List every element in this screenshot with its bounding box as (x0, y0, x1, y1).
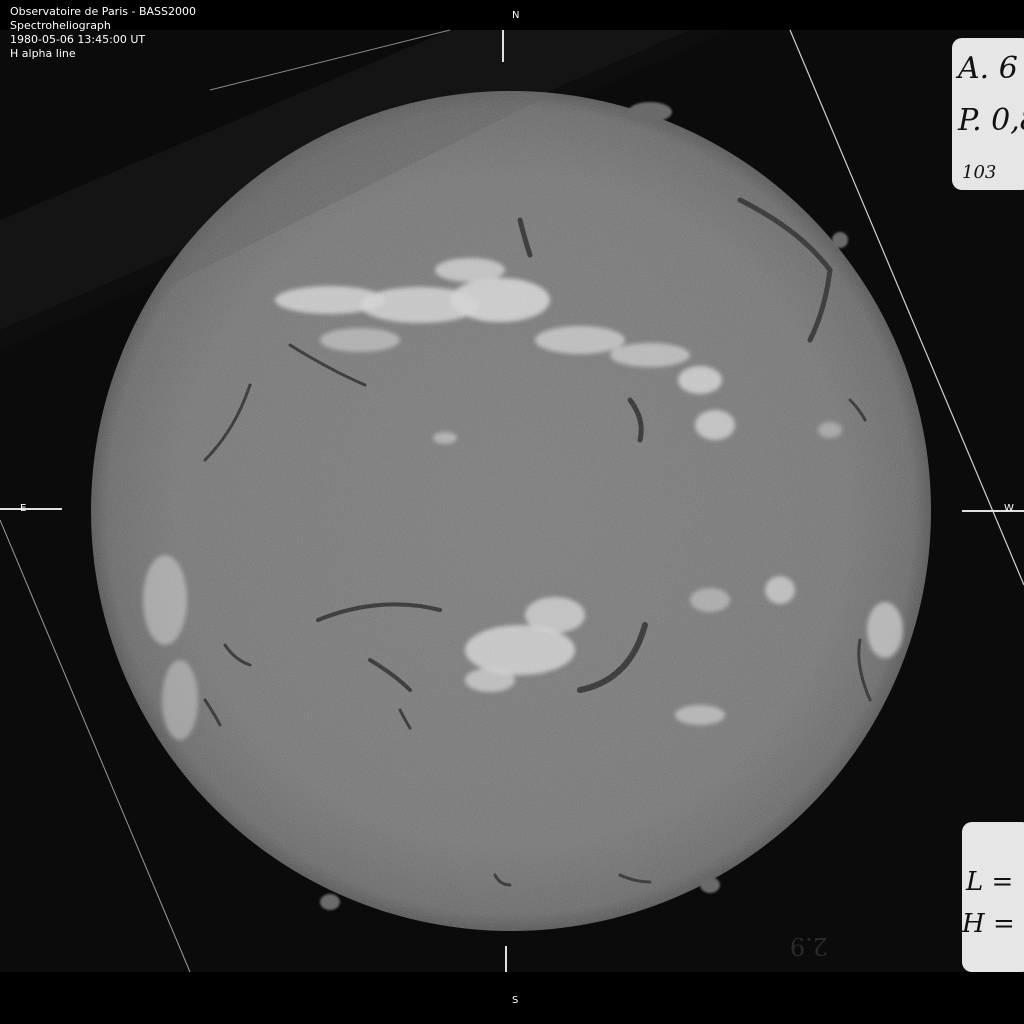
direction-north-label: N (512, 10, 520, 21)
direction-south-label: S (512, 995, 519, 1006)
svg-text:L =: L = (965, 867, 1013, 897)
caption-datetime: 1980-05-06 13:45:00 UT (10, 33, 146, 46)
caption-line: H alpha line (10, 47, 76, 60)
svg-text:H =: H = (961, 909, 1015, 939)
svg-text:A. 6: A. 6 (955, 51, 1018, 86)
spectroheliogram-photo: A. 6 P. 0,8 103 L = H = 2.9 (0, 0, 1024, 1024)
plate-note-bottom-center: 2.9 (790, 932, 828, 960)
caption-instrument: Spectroheliograph (10, 19, 111, 32)
svg-text:P. 0,8: P. 0,8 (957, 103, 1024, 138)
direction-east-label: E (20, 503, 27, 514)
image-caption: Observatoire de Paris - BASS2000 Spectro… (10, 5, 196, 61)
caption-observatory: Observatoire de Paris - BASS2000 (10, 5, 196, 18)
plate-note-top-right: A. 6 P. 0,8 103 (952, 38, 1024, 190)
svg-text:103: 103 (962, 162, 996, 183)
solar-observation-image: A. 6 P. 0,8 103 L = H = 2.9 Observatoire… (0, 0, 1024, 1024)
direction-west-label: W (1004, 503, 1014, 514)
plate-note-bottom-right: L = H = (961, 822, 1024, 972)
disk-features (91, 91, 931, 931)
